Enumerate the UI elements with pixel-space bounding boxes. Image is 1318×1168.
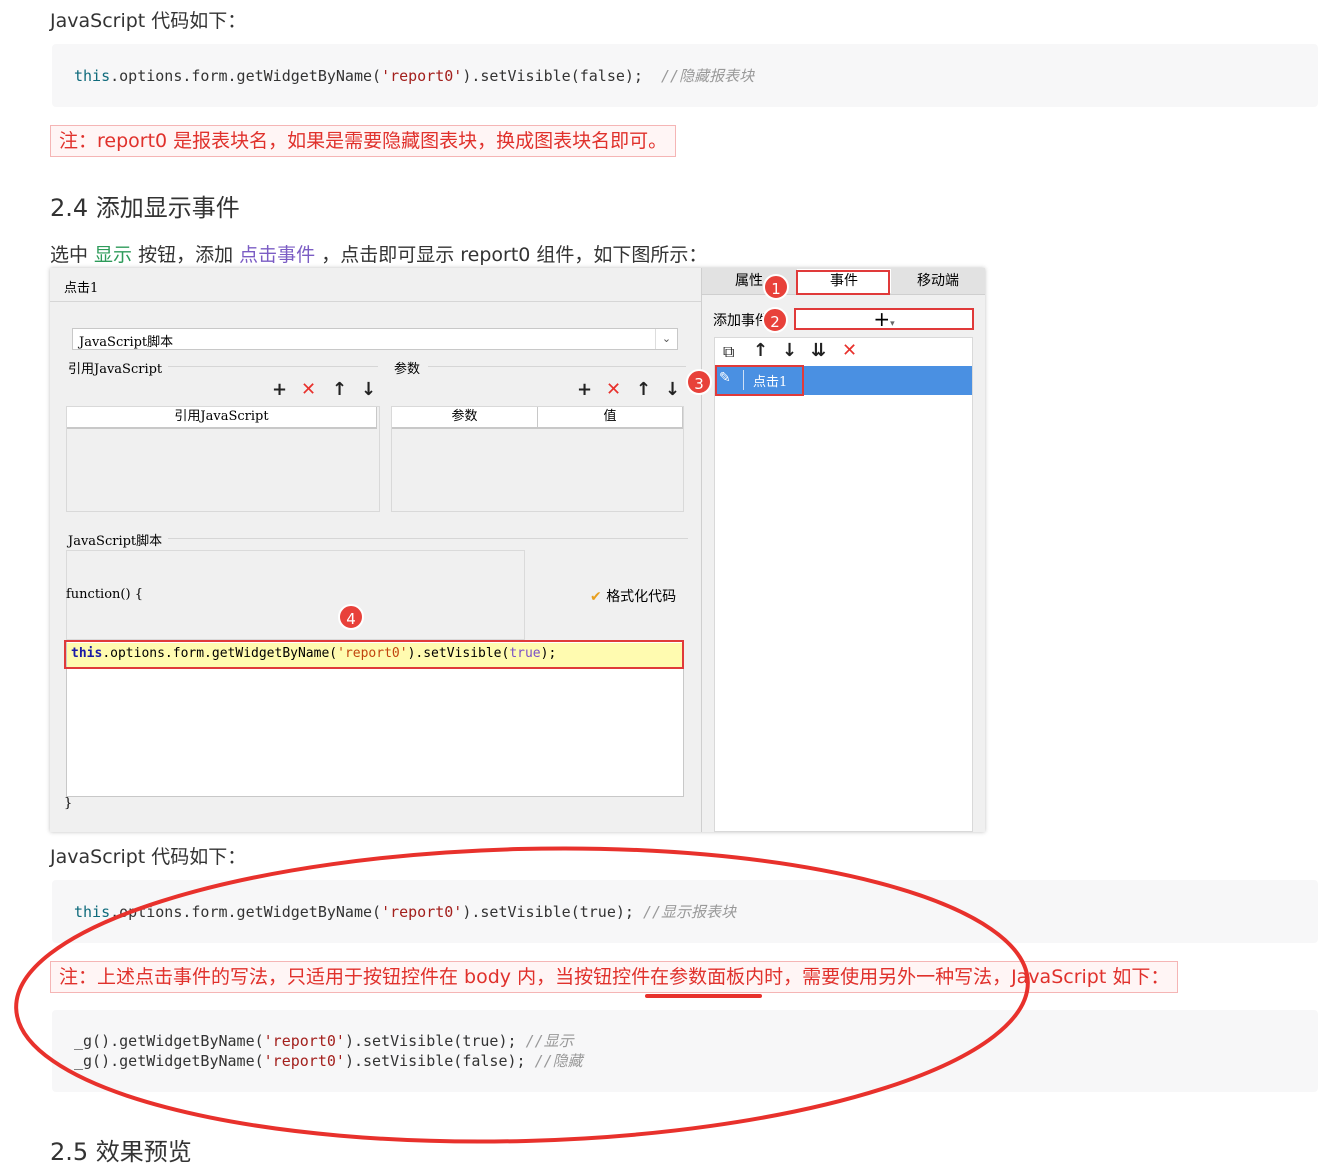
underline-annotation [645, 994, 762, 998]
note-param-panel: 注：上述点击事件的写法，只适用于按钮控件在 body 内，当按钮控件在参数面板内… [50, 961, 1179, 993]
step-badge-4: 4 [338, 604, 364, 630]
section-heading-2-5: 2.5 效果预览 [50, 1138, 192, 1166]
step-badge-2: 2 [762, 307, 788, 333]
js-code-label-2: JavaScript 代码如下： [50, 846, 247, 868]
chevron-down-icon[interactable]: ⌄ [655, 329, 677, 349]
designer-screenshot: 点击1 JavaScript脚本 ⌄ 引用JavaScript 参数 + ✕ ↑… [50, 268, 985, 832]
arrow-down-icon[interactable]: ↓ [782, 341, 797, 361]
arrow-up-icon[interactable]: ↑ [636, 380, 651, 400]
event-list: ⧉ ↑ ↓ ⇊ ✕ ✎ 点击1 [714, 337, 973, 832]
code-line: this.options.form.getWidgetByName('repor… [74, 903, 737, 921]
step-badge-1: 1 [763, 274, 789, 300]
arrow-up-icon[interactable]: ↑ [332, 380, 347, 400]
copy-icon[interactable]: ⧉ [723, 342, 734, 362]
event-editor-pane: 点击1 JavaScript脚本 ⌄ 引用JavaScript 参数 + ✕ ↑… [50, 268, 701, 832]
add-icon[interactable]: + [272, 380, 287, 400]
col-param: 参数 [392, 407, 538, 429]
tab-mobile[interactable]: 移动端 [891, 269, 985, 293]
dropdown-arrow-icon: ▾ [890, 319, 895, 329]
plus-icon: + [873, 307, 891, 331]
code-block-param-panel: _g().getWidgetByName('report0').setVisib… [52, 1010, 1318, 1092]
annotation-box-1 [796, 270, 890, 295]
col-ref-js: 引用JavaScript [67, 407, 377, 429]
delete-icon[interactable]: ✕ [842, 341, 857, 361]
script-section-label: JavaScript脚本 [68, 534, 163, 549]
params-label: 参数 [394, 362, 421, 377]
ref-js-label: 引用JavaScript [68, 362, 163, 377]
ref-js-table[interactable]: 引用JavaScript [66, 406, 380, 512]
move-bottom-icon[interactable]: ⇊ [811, 341, 826, 361]
arrow-up-icon[interactable]: ↑ [753, 341, 768, 361]
show-link[interactable]: 显示 [94, 244, 132, 266]
select-value: JavaScript脚本 [79, 335, 174, 350]
brush-icon: ✔ [590, 589, 602, 605]
function-open: function() { [66, 587, 143, 602]
section-heading-2-4: 2.4 添加显示事件 [50, 194, 240, 222]
annotation-box-4 [64, 640, 684, 669]
delete-icon[interactable]: ✕ [301, 380, 316, 400]
add-event-button[interactable]: +▾ [794, 308, 974, 330]
step-badge-3: 3 [686, 369, 712, 395]
annotation-box-3 [715, 365, 804, 396]
code-line: _g().getWidgetByName('report0').setVisib… [74, 1032, 574, 1050]
script-type-select[interactable]: JavaScript脚本 ⌄ [72, 328, 678, 350]
code-block-show: this.options.form.getWidgetByName('repor… [52, 880, 1318, 943]
code-block-hide: this.options.form.getWidgetByName('repor… [52, 44, 1318, 107]
arrow-down-icon[interactable]: ↓ [361, 380, 376, 400]
params-table[interactable]: 参数 值 [391, 406, 684, 512]
instruction-paragraph: 选中 显示 按钮，添加 点击事件 ，点击即可显示 report0 组件，如下图所… [50, 244, 708, 266]
editor-title: 点击1 [64, 281, 99, 296]
delete-icon[interactable]: ✕ [606, 380, 621, 400]
note-report-name: 注：report0 是报表块名，如果是需要隐藏图表块，换成图表块名即可。 [50, 125, 677, 157]
code-line: this.options.form.getWidgetByName('repor… [74, 67, 755, 85]
code-line: _g().getWidgetByName('report0').setVisib… [74, 1052, 583, 1070]
format-code-button[interactable]: ✔ 格式化代码 [590, 586, 676, 606]
col-value: 值 [538, 407, 683, 429]
function-close: } [64, 796, 73, 811]
arrow-down-icon[interactable]: ↓ [665, 380, 680, 400]
add-icon[interactable]: + [577, 380, 592, 400]
add-event-label: 添加事件 [713, 313, 769, 329]
js-code-label: JavaScript 代码如下： [50, 10, 247, 32]
click-event-link[interactable]: 点击事件 [239, 244, 315, 266]
properties-pane: 属性 事件 移动端 添加事件 +▾ ⧉ ↑ ↓ ⇊ ✕ ✎ 点击1 [702, 268, 985, 832]
